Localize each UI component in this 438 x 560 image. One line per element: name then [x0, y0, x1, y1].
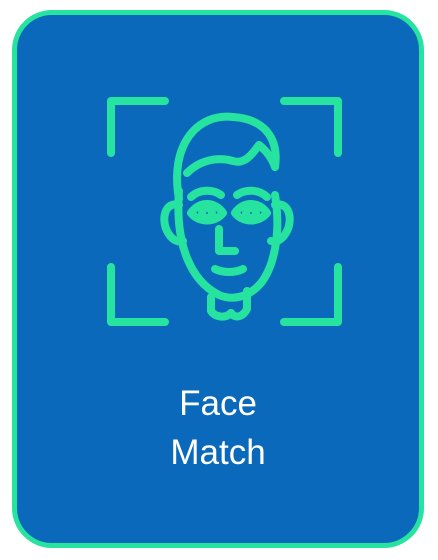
face-scan-icon	[107, 95, 342, 330]
card-label: Face Match	[17, 379, 419, 477]
card-label-line1: Face	[179, 384, 257, 423]
card-label-line2: Match	[170, 433, 266, 472]
face-match-card[interactable]: Face Match	[12, 10, 424, 548]
